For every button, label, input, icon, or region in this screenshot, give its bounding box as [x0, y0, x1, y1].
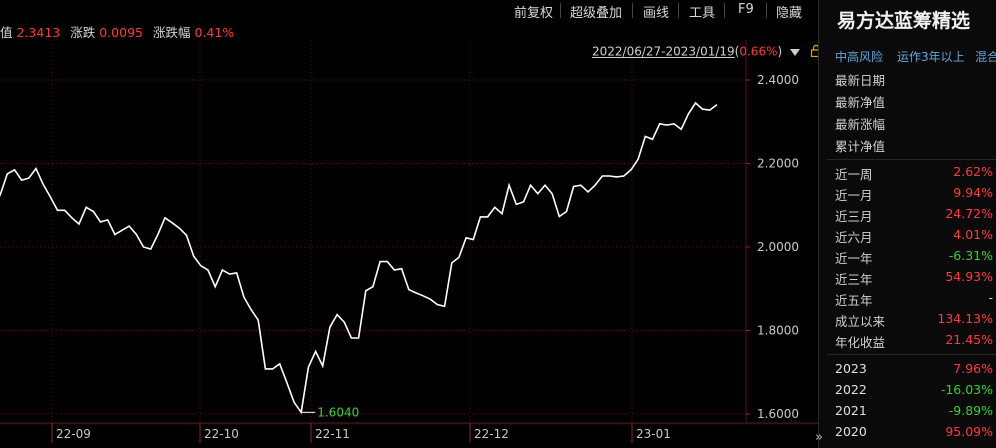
- perf-label: 年化收益: [835, 335, 886, 350]
- year-label: 2020: [835, 424, 867, 439]
- forward-adjust-button[interactable]: 前复权: [514, 2, 553, 21]
- f9-button[interactable]: F9: [738, 2, 754, 17]
- y-tick-label: 2.2000: [757, 157, 799, 171]
- fund-title: 易方达蓝筹精选: [837, 10, 971, 32]
- min-value-label: 1.6040: [317, 405, 359, 419]
- range-pct: 0.66%: [739, 44, 778, 59]
- y-tick-label: 1.8000: [757, 324, 799, 338]
- chart-toolbar: 前复权 超级叠加 画线 工具 F9 隐藏: [0, 0, 818, 22]
- nav-value: 2.3413: [16, 25, 61, 40]
- perf-label: 近六月: [835, 230, 873, 245]
- year-value: -9.89%: [948, 403, 993, 418]
- expand-panel-icon[interactable]: »: [815, 430, 823, 445]
- hide-button[interactable]: 隐藏: [776, 2, 802, 21]
- change-pct-label: 涨跌幅: [152, 25, 191, 40]
- y-tick-label: 1.6000: [757, 407, 799, 421]
- fund-type-tag[interactable]: 混合: [975, 48, 996, 65]
- perf-label: 近三年: [835, 272, 873, 287]
- perf-label: 近三月: [835, 209, 873, 224]
- nav-info-bar: 值 2.3413 涨跌 0.0095 涨跌幅 0.41%: [0, 22, 234, 40]
- perf-value: -6.31%: [948, 248, 993, 263]
- perf-label: 近一月: [835, 188, 873, 203]
- toolbar-divider: [632, 3, 633, 18]
- latest-nav-label: 最新净值: [835, 95, 886, 110]
- range-close-paren: ): [777, 44, 783, 59]
- super-overlay-button[interactable]: 超级叠加: [570, 2, 622, 21]
- change-value: 0.0095: [99, 25, 143, 40]
- toolbar-divider: [724, 3, 725, 18]
- fund-info-panel: 易方达蓝筹精选 中高风险 运作3年以上 混合 最新日期 最新净值 最新涨幅 累计…: [815, 0, 996, 448]
- toolbar-divider: [678, 3, 679, 18]
- dropdown-arrow-icon[interactable]: [790, 48, 800, 56]
- year-label: 2023: [835, 361, 867, 376]
- year-label: 2021: [835, 403, 867, 418]
- cumulative-nav-label: 累计净值: [835, 139, 886, 154]
- perf-value: 9.94%: [953, 185, 993, 200]
- perf-value: 21.45%: [945, 332, 993, 347]
- latest-change-label: 最新涨幅: [835, 117, 886, 132]
- year-value: 95.09%: [945, 424, 993, 439]
- nav-label: 值: [0, 25, 13, 40]
- year-value: 7.96%: [953, 361, 993, 376]
- tools-button[interactable]: 工具: [689, 2, 715, 21]
- toolbar-divider: [560, 3, 561, 18]
- change-pct-value: 0.41%: [194, 25, 235, 40]
- divider: [827, 159, 996, 160]
- draw-line-button[interactable]: 画线: [643, 2, 669, 21]
- perf-value: 4.01%: [953, 227, 993, 242]
- perf-value: 134.13%: [937, 311, 993, 326]
- nav-series-line: [0, 101, 718, 415]
- x-tick-label: 22-11: [315, 427, 350, 441]
- perf-label: 近一周: [835, 167, 873, 182]
- perf-value: 24.72%: [945, 206, 993, 221]
- divider: [827, 354, 996, 355]
- perf-label: 近一年: [835, 251, 873, 266]
- perf-value: 2.62%: [953, 164, 993, 179]
- year-label: 2022: [835, 382, 867, 397]
- x-tick-label: 22-10: [204, 427, 239, 441]
- perf-value: 54.93%: [945, 269, 993, 284]
- x-tick-label: 22-09: [56, 427, 91, 441]
- x-tick-label: 22-12: [474, 427, 509, 441]
- toolbar-divider: [766, 3, 767, 18]
- change-label: 涨跌: [70, 25, 96, 40]
- perf-label: 近五年: [835, 293, 873, 308]
- y-tick-label: 2.0000: [757, 240, 799, 254]
- risk-level-tag[interactable]: 中高风险: [835, 48, 883, 65]
- date-range-label[interactable]: 2022/06/27-2023/01/19(0.66%): [592, 44, 822, 60]
- y-tick-label: 2.4000: [757, 73, 799, 87]
- perf-label: 成立以来: [835, 314, 886, 329]
- perf-value: -: [988, 290, 993, 305]
- range-dates: 2022/06/27-2023/01/19: [592, 44, 735, 59]
- latest-date-label: 最新日期: [835, 73, 886, 88]
- x-tick-label: 23-01: [636, 427, 671, 441]
- nav-line-chart: 22-09 22-10 22-11 22-12 23-01 2.4000 2.2000 2.…: [0, 40, 818, 443]
- operation-years-tag[interactable]: 运作3年以上: [897, 48, 965, 65]
- year-value: -16.03%: [940, 382, 993, 397]
